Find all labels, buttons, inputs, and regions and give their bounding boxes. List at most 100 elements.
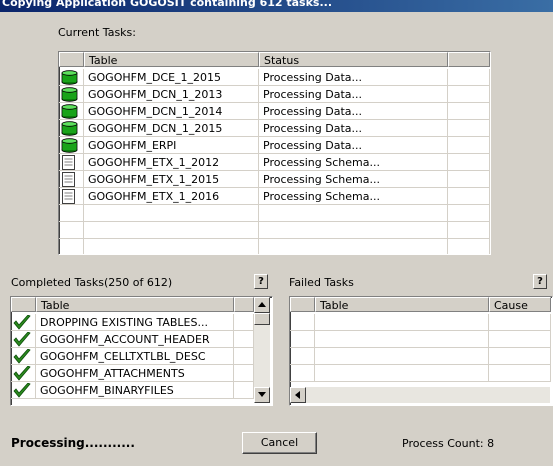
table-row[interactable]: GOGOHFM_ATTACHMENTS: [11, 365, 254, 382]
table-row[interactable]: GOGOHFM_ETX_1_2015 Processing Schema...: [59, 171, 490, 188]
failed-tasks-grid[interactable]: Table Cause: [289, 296, 553, 406]
row-icon-cell: [11, 365, 36, 382]
empty-cell: [315, 331, 489, 348]
table-row[interactable]: [59, 222, 490, 239]
header-table[interactable]: Table: [36, 297, 234, 312]
header-table[interactable]: Table: [315, 297, 489, 312]
empty-cell: [489, 331, 551, 348]
row-status-cell: Processing Data...: [259, 103, 448, 120]
table-row[interactable]: [59, 239, 490, 254]
database-icon: [61, 70, 78, 85]
empty-cell: [448, 154, 490, 171]
table-row[interactable]: GOGOHFM_CELLTXTLBL_DESC: [11, 348, 254, 365]
window-title: Copying Application GOGOSIT containing 6…: [2, 0, 332, 9]
row-icon-cell: [59, 188, 84, 205]
empty-cell: [448, 239, 490, 254]
table-row[interactable]: [290, 348, 551, 365]
row-table-cell: GOGOHFM_DCE_1_2015: [84, 69, 259, 86]
table-row[interactable]: [290, 365, 551, 382]
row-icon-cell: [290, 365, 315, 382]
completed-tasks-grid[interactable]: GOGOHFM_BINARYFILES GOGOHFM_ATTACHMENTS GO…: [10, 296, 273, 406]
empty-cell: [448, 120, 490, 137]
table-row[interactable]: [290, 314, 551, 331]
scroll-down-button[interactable]: [254, 387, 270, 403]
empty-cell: [315, 348, 489, 365]
scroll-thumb[interactable]: [254, 313, 270, 325]
row-table-cell: GOGOHFM_ACCOUNT_HEADER: [36, 331, 234, 348]
database-icon: [61, 121, 78, 136]
row-table-cell: GOGOHFM_DCN_1_2015: [84, 120, 259, 137]
document-icon: [62, 155, 75, 170]
table-row[interactable]: GOGOHFM_ERPI Processing Data...: [59, 137, 490, 154]
completed-help-button[interactable]: ?: [254, 274, 268, 289]
table-row[interactable]: GOGOHFM_BINARYFILES: [11, 382, 254, 399]
empty-cell: [84, 205, 259, 222]
row-icon-cell: [11, 348, 36, 365]
empty-cell: [234, 314, 254, 331]
current-tasks-header: Table Status: [59, 52, 490, 69]
check-icon: [13, 315, 31, 330]
header-table[interactable]: Table: [84, 52, 259, 67]
current-tasks-grid[interactable]: GOGOHFM_ETX_1_2016 Processing Schema... GO…: [58, 51, 491, 255]
header-cause[interactable]: Cause: [489, 297, 551, 312]
check-icon: [13, 383, 31, 398]
empty-cell: [259, 205, 448, 222]
row-icon-cell: [59, 171, 84, 188]
table-row[interactable]: GOGOHFM_ACCOUNT_HEADER: [11, 331, 254, 348]
processing-status: Processing...........: [11, 436, 135, 450]
failed-help-button[interactable]: ?: [533, 274, 547, 289]
empty-cell: [234, 348, 254, 365]
empty-cell: [448, 222, 490, 239]
table-row[interactable]: [59, 205, 490, 222]
header-status[interactable]: Status: [259, 52, 448, 67]
completed-tasks-label: Completed Tasks(250 of 612): [11, 276, 173, 289]
header-icon-column[interactable]: [11, 297, 36, 312]
empty-cell: [448, 137, 490, 154]
failed-tasks-header: Table Cause: [290, 297, 551, 314]
table-row[interactable]: GOGOHFM_DCN_1_2014 Processing Data...: [59, 103, 490, 120]
document-icon: [62, 172, 75, 187]
row-table-cell: GOGOHFM_CELLTXTLBL_DESC: [36, 348, 234, 365]
arrow-up-icon: [258, 302, 266, 307]
row-icon-cell: [59, 69, 84, 86]
row-table-cell: GOGOHFM_ATTACHMENTS: [36, 365, 234, 382]
row-icon-cell: [59, 222, 84, 239]
failed-horizontal-scrollbar[interactable]: [290, 387, 550, 403]
database-icon: [61, 138, 78, 153]
database-icon: [61, 104, 78, 119]
scroll-left-button[interactable]: [290, 387, 306, 403]
row-status-cell: Processing Schema...: [259, 188, 448, 205]
row-icon-cell: [11, 382, 36, 399]
completed-tasks-header: Table: [11, 297, 254, 314]
table-row[interactable]: GOGOHFM_DCE_1_2015 Processing Data...: [59, 69, 490, 86]
empty-cell: [448, 69, 490, 86]
process-count: Process Count: 8: [402, 437, 495, 450]
row-status-cell: Processing Data...: [259, 120, 448, 137]
row-icon-cell: [59, 103, 84, 120]
header-icon-column[interactable]: [290, 297, 315, 312]
row-icon-cell: [59, 137, 84, 154]
empty-cell: [489, 348, 551, 365]
table-row[interactable]: GOGOHFM_DCN_1_2013 Processing Data...: [59, 86, 490, 103]
empty-cell: [448, 188, 490, 205]
table-row[interactable]: GOGOHFM_ETX_1_2016 Processing Schema...: [59, 188, 490, 205]
empty-cell: [489, 365, 551, 382]
table-row[interactable]: GOGOHFM_DCN_1_2015 Processing Data...: [59, 120, 490, 137]
check-icon: [13, 349, 31, 364]
row-icon-cell: [290, 348, 315, 365]
scroll-up-button[interactable]: [254, 297, 270, 313]
row-icon-cell: [59, 239, 84, 254]
cancel-button[interactable]: Cancel: [242, 432, 317, 454]
row-table-cell: GOGOHFM_DCN_1_2014: [84, 103, 259, 120]
table-row[interactable]: GOGOHFM_ETX_1_2012 Processing Schema...: [59, 154, 490, 171]
empty-cell: [489, 314, 551, 331]
empty-cell: [315, 314, 489, 331]
table-row[interactable]: [290, 331, 551, 348]
empty-cell: [448, 103, 490, 120]
table-row[interactable]: DROPPING EXISTING TABLES...: [11, 314, 254, 331]
arrow-left-icon: [295, 391, 300, 399]
completed-vertical-scrollbar[interactable]: [254, 297, 270, 403]
header-icon-column[interactable]: [59, 52, 84, 67]
current-tasks-label: Current Tasks:: [58, 26, 136, 39]
empty-cell: [234, 365, 254, 382]
